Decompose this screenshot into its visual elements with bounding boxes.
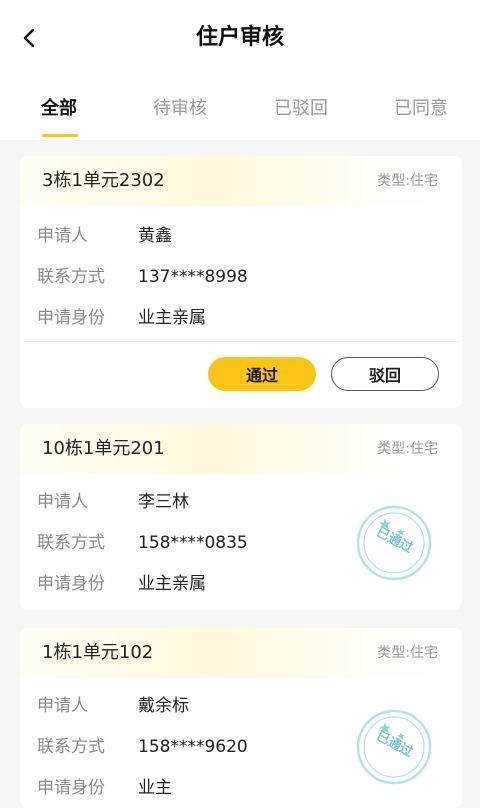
card-header: 3栋1单元2302 类型:住宅: [20, 156, 462, 206]
applicant-value: 李三林: [138, 492, 189, 512]
unit-name: 10栋1单元201: [42, 438, 165, 459]
unit-name: 3栋1单元2302: [42, 170, 165, 191]
applicant-row: 申请人 黄鑫: [20, 214, 462, 255]
identity-row: 申请身份 业主亲属: [20, 296, 462, 337]
applicant-value: 戴余标: [138, 696, 189, 716]
approved-stamp-icon: 已通过: [355, 504, 433, 582]
tab-all[interactable]: 全部: [41, 94, 77, 124]
tab-bar: 全部 待审核 已驳回 已同意: [0, 86, 480, 140]
card-header: 10栋1单元201 类型:住宅: [20, 424, 462, 474]
contact-label: 联系方式: [37, 533, 105, 553]
approved-stamp-icon: 已通过: [355, 708, 433, 786]
tab-pending[interactable]: 待审核: [153, 94, 207, 124]
identity-label: 申请身份: [37, 778, 105, 798]
card-header: 1栋1单元102 类型:住宅: [20, 628, 462, 678]
contact-label: 联系方式: [37, 267, 105, 287]
identity-value: 业主亲属: [138, 308, 206, 328]
applicant-label: 申请人: [37, 226, 88, 246]
top-bar: 住户审核 全部 待审核 已驳回 已同意: [0, 0, 480, 140]
contact-label: 联系方式: [37, 737, 105, 757]
contact-value: 137****8998: [138, 267, 248, 287]
applicant-label: 申请人: [37, 492, 88, 512]
application-card: 10栋1单元201 类型:住宅 申请人 李三林 联系方式 158****0835…: [20, 424, 462, 610]
applicant-label: 申请人: [37, 696, 88, 716]
identity-label: 申请身份: [37, 308, 105, 328]
tab-approved[interactable]: 已同意: [394, 94, 448, 124]
card-divider: [24, 341, 458, 342]
identity-label: 申请身份: [37, 574, 105, 594]
property-type: 类型:住宅: [377, 441, 438, 457]
approve-button[interactable]: 通过: [208, 357, 316, 391]
unit-name: 1栋1单元102: [42, 642, 154, 663]
contact-value: 158****9620: [138, 737, 248, 757]
active-tab-indicator: [42, 134, 78, 137]
property-type: 类型:住宅: [377, 173, 438, 189]
application-card: 1栋1单元102 类型:住宅 申请人 戴余标 联系方式 158****9620 …: [20, 628, 462, 808]
applicant-value: 黄鑫: [138, 226, 172, 246]
application-card: 3栋1单元2302 类型:住宅 申请人 黄鑫 联系方式 137****8998 …: [20, 156, 462, 408]
tab-rejected[interactable]: 已驳回: [274, 94, 328, 124]
reject-button[interactable]: 驳回: [331, 357, 439, 391]
identity-value: 业主亲属: [138, 574, 206, 594]
property-type: 类型:住宅: [377, 645, 438, 661]
page-title: 住户审核: [195, 25, 284, 50]
identity-value: 业主: [138, 778, 172, 798]
contact-row: 联系方式 137****8998: [20, 255, 462, 296]
contact-value: 158****0835: [138, 533, 248, 553]
